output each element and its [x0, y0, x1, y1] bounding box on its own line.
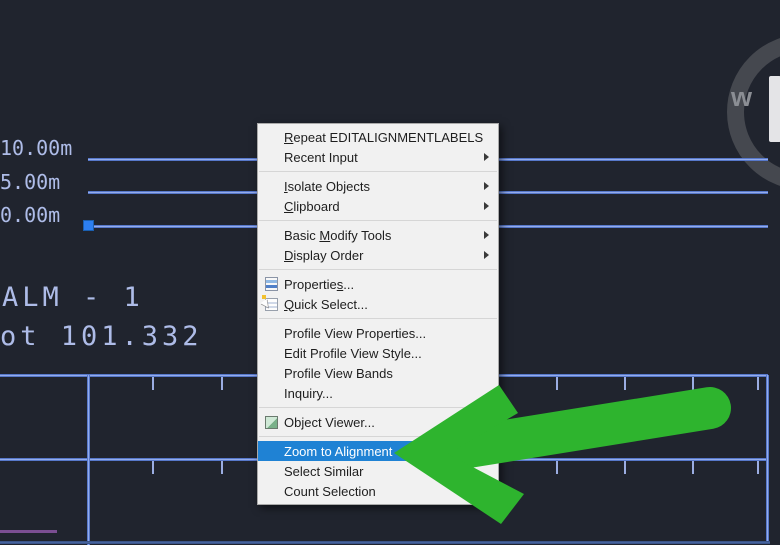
context-menu: Repeat EDITALIGNMENTLABELS Recent Input Is…	[257, 123, 499, 505]
menu-icon-gutter	[258, 225, 284, 245]
menu-item-edit-profile-view-style[interactable]: Edit Profile View Style...	[258, 343, 498, 363]
menu-separator	[259, 269, 497, 270]
selection-grip[interactable]	[83, 220, 94, 231]
menu-item-profile-view-bands[interactable]: Profile View Bands	[258, 363, 498, 383]
menu-separator	[259, 220, 497, 221]
quick-select-icon	[258, 294, 284, 314]
menu-icon-gutter	[258, 461, 284, 481]
menu-item-profile-view-properties[interactable]: Profile View Properties...	[258, 323, 498, 343]
menu-item-label: Basic Modify Tools	[284, 227, 392, 243]
menu-item-label: Display Order	[284, 247, 364, 263]
submenu-arrow-icon	[484, 153, 489, 161]
station-tick	[692, 461, 694, 474]
menu-item-label: Clipboard	[284, 198, 340, 214]
menu-item-inquiry[interactable]: Inquiry...	[258, 383, 498, 403]
menu-separator	[259, 407, 497, 408]
band-vertical-line[interactable]	[766, 375, 769, 543]
properties-icon	[258, 274, 284, 294]
menu-item-label: Profile View Bands	[284, 365, 393, 381]
object-viewer-icon	[258, 412, 284, 432]
submenu-arrow-icon	[484, 231, 489, 239]
menu-item-basic-modify-tools[interactable]: Basic Modify Tools	[258, 225, 498, 245]
menu-icon-gutter	[258, 441, 284, 461]
menu-separator	[259, 318, 497, 319]
menu-item-quick-select[interactable]: Quick Select...	[258, 294, 498, 314]
menu-item-zoom-to-alignment[interactable]: Zoom to Alignment	[258, 441, 498, 461]
menu-item-properties[interactable]: Properties...	[258, 274, 498, 294]
menu-item-label: Select Similar	[284, 463, 364, 479]
menu-item-label: Repeat EDITALIGNMENTLABELS	[284, 129, 484, 145]
menu-item-isolate-objects[interactable]: Isolate Objects	[258, 176, 498, 196]
menu-item-label: Object Viewer...	[284, 414, 375, 430]
menu-item-label: Zoom to Alignment	[284, 443, 393, 459]
surface-line[interactable]	[0, 530, 57, 533]
menu-item-label: Isolate Objects	[284, 178, 370, 194]
menu-item-display-order[interactable]: Display Order	[258, 245, 498, 265]
submenu-arrow-icon	[484, 182, 489, 190]
menu-icon-gutter	[258, 343, 284, 363]
band-vertical-line[interactable]	[87, 375, 90, 545]
menu-item-label: Profile View Properties...	[284, 325, 427, 341]
autocad-viewport: w 10.00m 5.00m 0.00m ALM - 1 ot 101.332	[0, 0, 780, 545]
menu-item-label: Properties...	[284, 276, 355, 292]
menu-icon-gutter	[258, 245, 284, 265]
menu-item-recent-input[interactable]: Recent Input	[258, 147, 498, 167]
station-tick	[556, 377, 558, 390]
menu-item-select-similar[interactable]: Select Similar	[258, 461, 498, 481]
submenu-arrow-icon	[484, 251, 489, 259]
menu-item-label: Edit Profile View Style...	[284, 345, 422, 361]
datum-line[interactable]	[0, 541, 770, 544]
submenu-arrow-icon	[484, 202, 489, 210]
menu-icon-gutter	[258, 127, 284, 147]
elevation-label[interactable]: 5.00m	[0, 171, 60, 193]
menu-icon-gutter	[258, 323, 284, 343]
menu-item-object-viewer[interactable]: Object Viewer...	[258, 412, 498, 432]
station-tick	[152, 461, 154, 474]
station-tick	[692, 377, 694, 390]
menu-icon-gutter	[258, 196, 284, 216]
station-elevation-label[interactable]: ot 101.332	[0, 321, 203, 352]
elevation-label[interactable]: 10.00m	[0, 137, 72, 159]
station-tick	[152, 377, 154, 390]
station-tick	[757, 377, 759, 390]
station-tick	[221, 461, 223, 474]
station-tick	[624, 461, 626, 474]
menu-icon-gutter	[258, 176, 284, 196]
menu-separator	[259, 171, 497, 172]
menu-item-label: Inquiry...	[284, 385, 333, 401]
station-tick	[757, 461, 759, 474]
menu-item-repeat-editalignmentlabels[interactable]: Repeat EDITALIGNMENTLABELS	[258, 127, 498, 147]
station-tick	[556, 461, 558, 474]
menu-icon-gutter	[258, 481, 284, 501]
menu-item-label: Recent Input	[284, 149, 358, 165]
menu-separator	[259, 436, 497, 437]
menu-icon-gutter	[258, 147, 284, 167]
menu-item-label: Count Selection	[284, 483, 376, 499]
alignment-label[interactable]: ALM - 1	[2, 282, 144, 313]
menu-item-clipboard[interactable]: Clipboard	[258, 196, 498, 216]
menu-item-count-selection[interactable]: Count Selection	[258, 481, 498, 501]
station-tick	[221, 377, 223, 390]
menu-icon-gutter	[258, 383, 284, 403]
context-menu-items: Repeat EDITALIGNMENTLABELS Recent Input Is…	[258, 127, 498, 501]
menu-item-label: Quick Select...	[284, 296, 368, 312]
menu-icon-gutter	[258, 363, 284, 383]
elevation-label[interactable]: 0.00m	[0, 204, 60, 226]
station-tick	[624, 377, 626, 390]
